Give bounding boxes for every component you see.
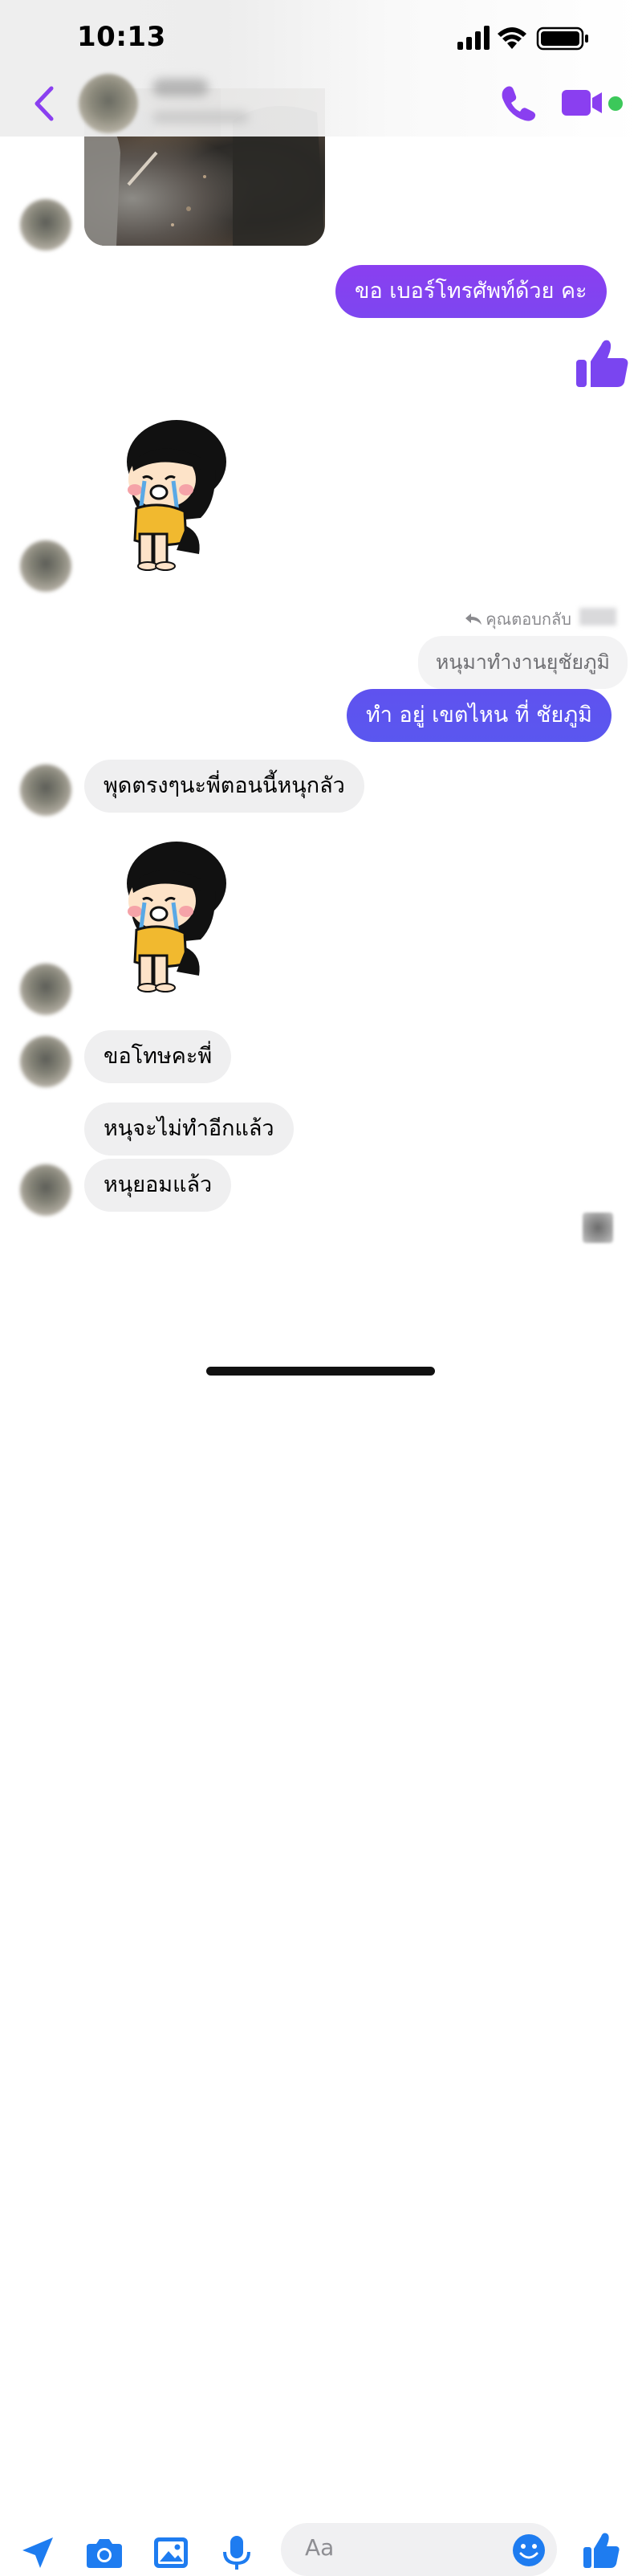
- video-camera-icon: [562, 90, 602, 116]
- sender-avatar[interactable]: [20, 199, 71, 251]
- battery-icon: [536, 26, 588, 51]
- message-input-placeholder: Aa: [305, 2534, 335, 2561]
- conversation-header: 10:13: [0, 0, 642, 137]
- read-receipt-avatar: [583, 1213, 613, 1243]
- sent-reply-bubble[interactable]: ทำ อยู่ เขตไหน ที่ ชัยภูมิ: [347, 689, 612, 742]
- chevron-left-icon: [35, 86, 54, 121]
- signal-icon: [457, 26, 490, 50]
- gallery-icon: [154, 2537, 188, 2568]
- crying-girl-sticker[interactable]: [112, 414, 233, 574]
- back-button[interactable]: [29, 84, 61, 124]
- gallery-button[interactable]: [152, 2534, 189, 2571]
- like-button[interactable]: [583, 2529, 620, 2570]
- smiley-icon: [513, 2534, 545, 2566]
- status-icons: [457, 24, 594, 51]
- microphone-icon: [223, 2536, 250, 2570]
- contact-status-blurred: [152, 111, 249, 124]
- sender-avatar[interactable]: [20, 540, 71, 592]
- message-input[interactable]: Aa: [281, 2523, 557, 2576]
- contact-name-blurred[interactable]: [152, 79, 209, 96]
- sent-thumbs-up-icon: [575, 336, 629, 390]
- voice-call-button[interactable]: [499, 84, 538, 122]
- emoji-button[interactable]: [512, 2533, 546, 2567]
- received-message-bubble[interactable]: ขอโทษคะพี่: [84, 1030, 232, 1083]
- reply-label-text: คุณตอบกลับ: [486, 609, 571, 629]
- sender-avatar[interactable]: [20, 764, 71, 816]
- message-composer: Aa: [0, 1253, 642, 2576]
- wifi-icon: [498, 27, 526, 49]
- sender-avatar[interactable]: [20, 1036, 71, 1087]
- status-time: 10:13: [77, 21, 166, 53]
- reply-indicator: คุณตอบกลับ: [465, 606, 571, 632]
- quoted-message[interactable]: หนุมาทำงานยุชัยภูมิ: [417, 636, 628, 689]
- sender-avatar[interactable]: [20, 1164, 71, 1216]
- sender-avatar[interactable]: [20, 964, 71, 1015]
- blurred-name: [579, 608, 616, 626]
- camera-icon: [87, 2539, 122, 2568]
- received-message-bubble[interactable]: หนุยอมแล้ว: [84, 1159, 232, 1212]
- location-button[interactable]: [19, 2534, 56, 2571]
- crying-girl-sticker[interactable]: [112, 835, 233, 996]
- active-status-dot: [608, 96, 623, 111]
- sent-message-bubble[interactable]: ขอ เบอร์โทรศัพท์ด้วย คะ: [335, 265, 607, 318]
- contact-avatar[interactable]: [79, 74, 138, 133]
- microphone-button[interactable]: [218, 2534, 255, 2571]
- home-indicator: [206, 1367, 435, 1376]
- location-icon: [22, 2537, 53, 2568]
- received-message-bubble[interactable]: หนุจะไม่ทำอีกแล้ว: [84, 1103, 294, 1156]
- video-call-button[interactable]: [562, 88, 603, 117]
- reply-arrow-icon: [465, 613, 482, 625]
- thumbs-up-icon: [583, 2533, 620, 2568]
- conversation-thread: ขอ เบอร์โทรศัพท์ด้วย คะ คุณตอบกลับ หนุมา…: [0, 0, 642, 1269]
- phone-icon: [502, 86, 536, 121]
- status-bar: 10:13: [0, 0, 642, 72]
- camera-button[interactable]: [85, 2534, 122, 2571]
- received-message-bubble[interactable]: พุดตรงๆนะพี่ตอนนี้หนุกลัว: [84, 760, 364, 813]
